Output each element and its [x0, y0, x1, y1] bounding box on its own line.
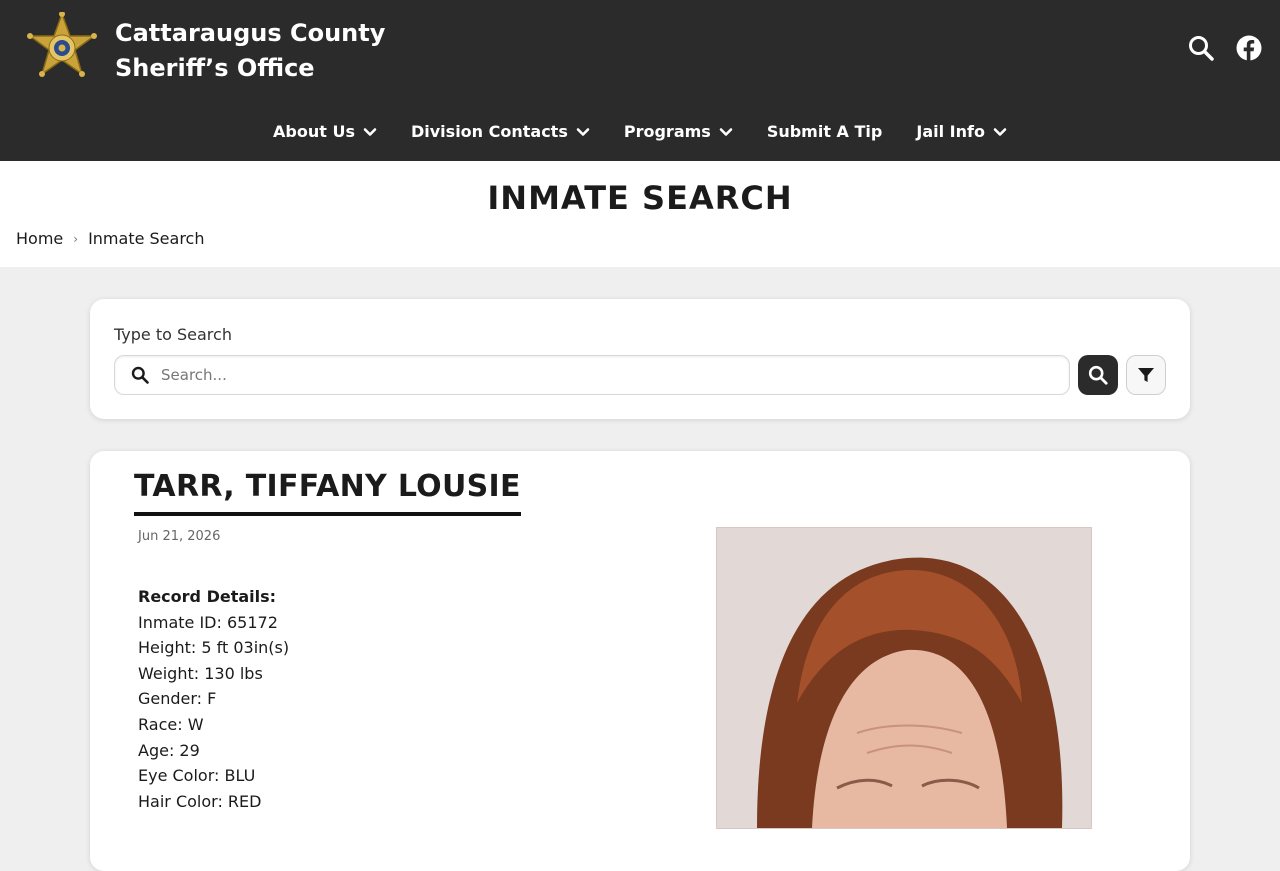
search-button[interactable]: [1078, 355, 1118, 395]
breadcrumb-current: Inmate Search: [88, 229, 205, 248]
facebook-icon[interactable]: [1236, 35, 1262, 61]
mugshot-photo: [716, 527, 1092, 829]
brand[interactable]: Cattaraugus County Sheriff’s Office: [26, 12, 385, 88]
filter-icon: [1138, 368, 1154, 382]
detail-race: Race: W: [138, 714, 204, 734]
search-field[interactable]: [114, 355, 1070, 395]
site-title-line1: Cattaraugus County: [115, 19, 386, 47]
nav-programs[interactable]: Programs: [624, 122, 733, 141]
nav-submit-a-tip[interactable]: Submit A Tip: [767, 122, 883, 141]
main-nav: About Us Division Contacts Programs Subm…: [0, 122, 1280, 141]
details-heading: Record Details:: [138, 587, 277, 606]
breadcrumb-home[interactable]: Home: [16, 229, 63, 248]
detail-gender: Gender: F: [138, 689, 217, 709]
search-icon[interactable]: [1188, 35, 1214, 61]
detail-weight: Weight: 130 lbs: [138, 663, 263, 683]
nav-label: About Us: [273, 122, 355, 141]
chevron-down-icon: [993, 127, 1007, 136]
chevron-right-icon: ›: [73, 231, 79, 246]
record-date: Jun 21, 2026: [138, 529, 221, 544]
nav-label: Jail Info: [916, 122, 985, 141]
page-title: INMATE SEARCH: [487, 179, 793, 217]
search-icon: [131, 366, 149, 384]
search-icon: [1088, 365, 1108, 385]
site-title-line2: Sheriff’s Office: [115, 54, 315, 82]
site-header: Cattaraugus County Sheriff’s Office Abou…: [0, 0, 1280, 161]
nav-label: Division Contacts: [410, 122, 568, 141]
chevron-down-icon: [719, 127, 733, 136]
breadcrumb: Home › Inmate Search: [16, 229, 204, 248]
inmate-name[interactable]: TARR, TIFFANY LOUSIE: [134, 469, 521, 516]
detail-inmate-id: Inmate ID: 65172: [138, 612, 278, 632]
search-label: Type to Search: [114, 325, 232, 344]
mugshot-illustration: [717, 528, 1091, 828]
filter-button[interactable]: [1126, 355, 1166, 395]
detail-height: Height: 5 ft 03in(s): [138, 638, 290, 658]
search-panel: Type to Search: [90, 299, 1190, 419]
record-details: Record Details: Inmate ID: 65172 Height:…: [138, 584, 289, 814]
detail-hair-color: Hair Color: RED: [138, 791, 262, 811]
chevron-down-icon: [576, 127, 590, 136]
sheriff-star-logo[interactable]: [26, 12, 98, 88]
inmate-record-card: TARR, TIFFANY LOUSIE Jun 21, 2026 Record…: [90, 451, 1190, 871]
detail-eye-color: Eye Color: BLU: [138, 766, 256, 786]
nav-about-us[interactable]: About Us: [273, 122, 377, 141]
nav-division-contacts[interactable]: Division Contacts: [411, 122, 590, 141]
nav-label: Programs: [623, 122, 711, 141]
search-input[interactable]: [159, 365, 1069, 385]
chevron-down-icon: [363, 127, 377, 136]
page-title-bar: INMATE SEARCH Home › Inmate Search: [0, 161, 1280, 267]
site-title: Cattaraugus County Sheriff’s Office: [115, 16, 385, 86]
nav-label: Submit A Tip: [766, 122, 883, 141]
detail-age: Age: 29: [138, 740, 200, 760]
nav-jail-info[interactable]: Jail Info: [916, 122, 1007, 141]
